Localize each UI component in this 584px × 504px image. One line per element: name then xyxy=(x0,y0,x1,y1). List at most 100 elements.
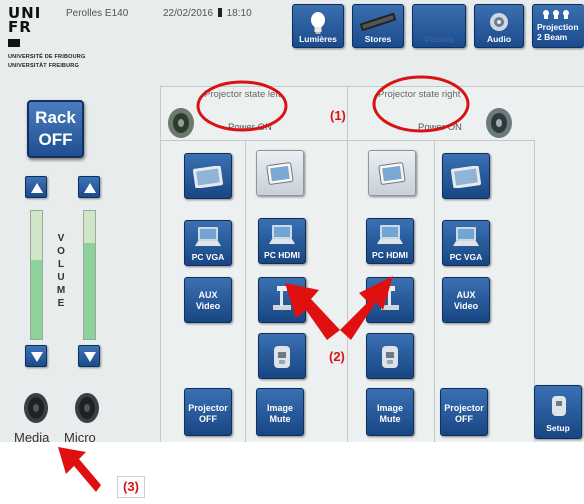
left-aux-video-button[interactable]: AUX Video xyxy=(184,277,232,323)
audio-button[interactable]: Audio xyxy=(474,4,524,48)
volume-letter: U xyxy=(57,272,65,283)
volume-letter: L xyxy=(57,259,65,270)
left-aux-video-label: AUX Video xyxy=(195,290,221,311)
center-left-plug-button[interactable] xyxy=(258,333,306,379)
lights-label: Lumières xyxy=(299,34,337,44)
center-right-image-mute-button[interactable]: Image Mute xyxy=(366,388,414,436)
center-left-tablet-source-button[interactable] xyxy=(256,150,304,196)
projector-state-left: Projector state left xyxy=(204,89,281,100)
volume-letter: E xyxy=(57,298,65,309)
media-volume-level xyxy=(31,259,42,339)
touch-panel-screen: UNI FR UNIVERSITÉ DE FRIBOURG UNIVERSITÄ… xyxy=(0,0,584,442)
left-pc-vga-label: PC VGA xyxy=(191,252,225,262)
projection-sublabel: 2 Beam xyxy=(537,32,568,42)
time: 18:10 xyxy=(226,8,252,19)
date: 22/02/2016 xyxy=(163,8,214,19)
volume-letter: M xyxy=(56,285,66,296)
center-right-document-camera-button[interactable] xyxy=(366,277,414,323)
logo-university-de: UNIVERSITÄT FREIBURG xyxy=(8,63,79,69)
right-aux-video-button[interactable]: AUX Video xyxy=(442,277,490,323)
blinds-label: Stores xyxy=(364,34,392,44)
projector-icon xyxy=(542,10,569,19)
micro-volume-slider[interactable] xyxy=(83,210,96,340)
center-left-document-camera-button[interactable] xyxy=(258,277,306,323)
rack-off-button[interactable]: Rack OFF xyxy=(27,100,84,158)
plug-icon xyxy=(552,396,566,416)
micro-speaker-icon[interactable] xyxy=(73,390,101,426)
right-pc-vga-button[interactable]: PC VGA xyxy=(442,220,490,266)
logo-square xyxy=(8,39,20,47)
blinds-icon xyxy=(359,12,397,32)
audio-icon xyxy=(490,13,508,31)
micro-volume-up-button[interactable] xyxy=(78,176,100,198)
right-tablet-source-button[interactable] xyxy=(442,153,490,199)
plug-icon xyxy=(382,346,398,368)
projection-button[interactable]: Projection 2 Beam xyxy=(532,4,584,48)
room-name: Perolles E140 xyxy=(66,8,129,19)
projection-labels: Projection 2 Beam xyxy=(537,22,579,42)
laptop-icon xyxy=(195,227,221,246)
annotation-arrow-bottom xyxy=(58,447,101,492)
media-label: Media xyxy=(14,430,50,442)
setup-label: Setup xyxy=(546,423,570,433)
left-projector-off-button[interactable]: Projector OFF xyxy=(184,388,232,436)
micro-volume-down-button[interactable] xyxy=(78,345,100,367)
left-projector-off-label: Projector OFF xyxy=(188,403,228,424)
separator-bar xyxy=(217,8,222,17)
right-projector-off-label: Projector OFF xyxy=(444,403,484,424)
power-status-right: Power ON xyxy=(418,122,462,133)
column-divider xyxy=(434,140,435,442)
document-camera-icon xyxy=(381,286,399,310)
volume-letter: V xyxy=(57,233,65,244)
visuals-button[interactable]: Visuals xyxy=(412,4,466,48)
logo-university-fr: UNIVERSITÉ DE FRIBOURG xyxy=(8,54,86,60)
media-volume-up-button[interactable] xyxy=(25,176,47,198)
speaker-right-icon[interactable] xyxy=(484,106,514,140)
rack-label: Rack xyxy=(35,108,76,127)
laptop-icon xyxy=(377,225,403,244)
center-left-pc-hdmi-button[interactable]: PC HDMI xyxy=(258,218,306,264)
right-pc-vga-label: PC VGA xyxy=(449,252,483,262)
left-tablet-source-button[interactable] xyxy=(184,153,232,199)
tablet-icon xyxy=(378,162,406,185)
volume-letter: O xyxy=(57,246,65,257)
center-right-tablet-source-button[interactable] xyxy=(368,150,416,196)
center-right-plug-button[interactable] xyxy=(366,333,414,379)
center-left-pc-hdmi-label: PC HDMI xyxy=(264,250,300,260)
center-divider xyxy=(347,86,348,442)
media-volume-slider[interactable] xyxy=(30,210,43,340)
laptop-icon xyxy=(453,227,479,246)
rack-state: OFF xyxy=(38,130,73,149)
media-volume-down-button[interactable] xyxy=(25,345,47,367)
plug-icon xyxy=(274,346,290,368)
annotation-label-2: (2) xyxy=(329,349,345,364)
date-time: 22/02/2016 18:10 xyxy=(163,8,252,19)
arrow-down-icon xyxy=(84,352,96,362)
center-right-pc-hdmi-label: PC HDMI xyxy=(372,250,408,260)
center-left-image-mute-button[interactable]: Image Mute xyxy=(256,388,304,436)
micro-volume-level xyxy=(84,243,95,339)
arrow-up-icon xyxy=(84,183,96,193)
panel-divider xyxy=(160,86,584,87)
center-right-image-mute-label: Image Mute xyxy=(376,403,403,424)
laptop-icon xyxy=(269,225,295,244)
speaker-left-icon[interactable] xyxy=(166,106,196,140)
setup-button[interactable]: Setup xyxy=(534,385,582,439)
left-pc-vga-button[interactable]: PC VGA xyxy=(184,220,232,266)
right-projector-off-button[interactable]: Projector OFF xyxy=(440,388,488,436)
right-aux-video-label: AUX Video xyxy=(453,290,479,311)
power-status-left: Power ON xyxy=(228,122,272,133)
annotation-label-3: (3) xyxy=(117,476,145,498)
tablet-icon xyxy=(266,162,294,185)
column-divider xyxy=(245,140,246,442)
bulb-icon xyxy=(311,12,325,34)
logo-line2: FR xyxy=(8,18,32,36)
media-speaker-icon[interactable] xyxy=(22,390,50,426)
arrow-down-icon xyxy=(31,352,43,362)
blinds-button[interactable]: Stores xyxy=(352,4,404,48)
center-right-pc-hdmi-button[interactable]: PC HDMI xyxy=(366,218,414,264)
lights-button[interactable]: Lumières xyxy=(292,4,344,48)
audio-label: Audio xyxy=(486,34,512,44)
micro-label: Micro xyxy=(64,430,96,442)
annotation-label-1: (1) xyxy=(330,108,346,123)
